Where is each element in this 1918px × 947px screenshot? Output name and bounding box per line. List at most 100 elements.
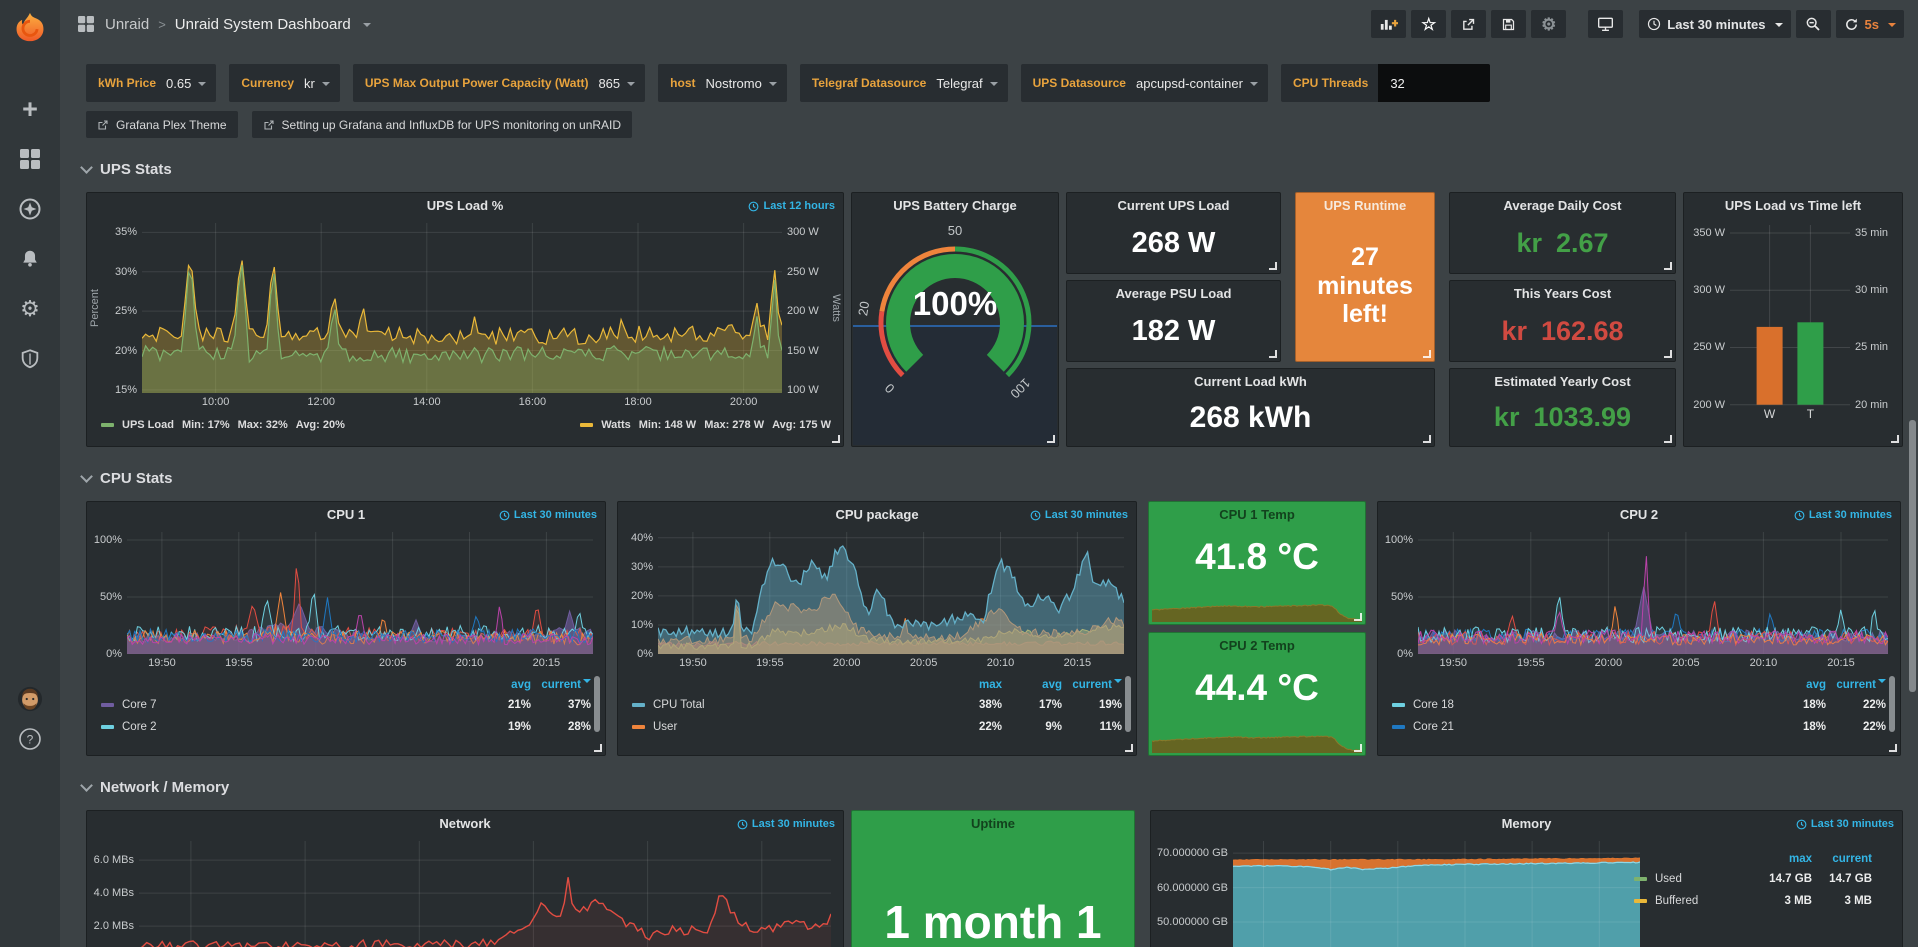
y-tick-label: 300 W	[1693, 284, 1725, 296]
load-vs-time-bar-chart[interactable]	[1730, 225, 1850, 407]
save-floppy-icon	[1501, 17, 1516, 32]
variable-currency[interactable]: Currencykr	[229, 64, 340, 102]
legend-series-name[interactable]: Core 2	[122, 721, 471, 733]
legend-scrollbar[interactable]	[1125, 676, 1131, 732]
stat-value: 182 W	[1067, 307, 1280, 361]
cpu1-chart[interactable]	[127, 532, 593, 654]
alerting-bell-icon[interactable]	[17, 246, 43, 272]
x-tick-label: 20:15	[533, 657, 561, 669]
bar-category-labels: WT	[1730, 407, 1850, 423]
section-header-network-memory[interactable]: Network / Memory	[82, 776, 1918, 798]
zoom-out-time-button[interactable]	[1796, 10, 1831, 38]
legend-series-name[interactable]: CPU Total	[653, 699, 942, 711]
battery-gauge[interactable]: 02050100	[852, 219, 1058, 446]
legend-sort-column-max[interactable]: max	[942, 679, 1002, 691]
variable-cpu-threads[interactable]: CPU Threads	[1281, 64, 1490, 102]
configuration-gear-icon[interactable]: ⚙	[17, 296, 43, 322]
x-tick-label: 19:55	[1517, 657, 1545, 669]
section-header-cpu-stats[interactable]: CPU Stats	[82, 467, 1918, 489]
legend-value-max: 22%	[942, 721, 1002, 733]
panel-cpu-1-temp[interactable]: CPU 1 Temp 41.8 °C	[1148, 501, 1366, 625]
stat-value: kr1033.99	[1450, 395, 1675, 446]
grafana-logo[interactable]	[0, 0, 60, 54]
legend-series-name[interactable]: UPS Load	[122, 419, 174, 431]
x-tick-label: 20:00	[302, 657, 330, 669]
variable-telegraf-datasource[interactable]: Telegraf DatasourceTelegraf	[800, 64, 1008, 102]
dashboard-settings-button[interactable]: ⚙	[1531, 10, 1566, 38]
legend-sort-column-avg[interactable]: avg	[1002, 679, 1062, 691]
explore-compass-icon[interactable]	[17, 196, 43, 222]
save-dashboard-button[interactable]	[1491, 10, 1526, 38]
panel-average-daily-cost[interactable]: Average Daily Cost kr2.67	[1449, 192, 1676, 274]
panel-uptime[interactable]: Uptime 1 month 1	[851, 810, 1135, 947]
legend-table: maxavgcurrentCPU Total38%17%19%User22%9%…	[632, 676, 1122, 738]
panel-current-ups-load[interactable]: Current UPS Load 268 W	[1066, 192, 1281, 274]
panel-title[interactable]: UPS Load %	[87, 193, 843, 219]
legend-series-name[interactable]: Core 18	[1413, 699, 1766, 711]
dashboards-icon[interactable]	[17, 146, 43, 172]
legend-sort-column-avg[interactable]: avg	[1766, 679, 1826, 691]
legend-sort-column-avg[interactable]: avg	[471, 679, 531, 691]
ups-load-chart[interactable]	[142, 223, 782, 393]
legend-series-name[interactable]: Core 21	[1413, 721, 1766, 733]
cpu-temp-column: CPU 1 Temp 41.8 °C CPU 2 Temp 44.4 °C	[1148, 501, 1366, 756]
temp-sparkline	[1152, 713, 1362, 753]
monitor-icon	[1597, 17, 1614, 32]
cycle-view-mode-button[interactable]	[1588, 10, 1623, 38]
dashboard-picker-caret-icon[interactable]	[363, 23, 371, 31]
cpu-package-chart[interactable]	[658, 532, 1124, 654]
network-chart[interactable]	[139, 841, 831, 947]
legend-sort-column-current[interactable]: current	[1826, 679, 1886, 691]
x-tick-label: 20:00	[833, 657, 861, 669]
panel-ups-runtime[interactable]: UPS Runtime 27 minutes left!	[1295, 192, 1435, 362]
panel-this-years-cost[interactable]: This Years Cost kr162.68	[1449, 280, 1676, 362]
panel-average-psu-load[interactable]: Average PSU Load 182 W	[1066, 280, 1281, 362]
variable-host[interactable]: hostNostromo	[658, 64, 787, 102]
share-dashboard-button[interactable]	[1451, 10, 1486, 38]
breadcrumb-app[interactable]: Unraid	[105, 16, 149, 33]
panel-cpu-2-temp[interactable]: CPU 2 Temp 44.4 °C	[1148, 632, 1366, 756]
dashboard-link-grafana-plex-theme[interactable]: Grafana Plex Theme	[86, 111, 238, 138]
variable-ups-max-output-power-capacity-watt[interactable]: UPS Max Output Power Capacity (Watt)865	[353, 64, 645, 102]
breadcrumb-dashboard-title[interactable]: Unraid System Dashboard	[175, 16, 351, 33]
add-panel-button[interactable]	[1371, 10, 1406, 38]
dashboard-link-setting-up-grafana-and-influxdb-for-ups-monitoring-on-unraid[interactable]: Setting up Grafana and InfluxDB for UPS …	[252, 111, 633, 138]
legend-scrollbar[interactable]	[594, 676, 600, 732]
variable-value: 0.65	[166, 76, 195, 91]
legend-series-name[interactable]: Core 7	[122, 699, 471, 711]
legend-series-name[interactable]: User	[653, 721, 942, 733]
variable-ups-datasource[interactable]: UPS Datasourceapcupsd-container	[1021, 64, 1268, 102]
memory-chart[interactable]	[1233, 841, 1640, 947]
legend-sort-column-current[interactable]: current	[1062, 679, 1122, 691]
legend-sort-column-current[interactable]: current	[531, 679, 591, 691]
user-avatar[interactable]	[17, 686, 43, 712]
legend-sort-column-current[interactable]: current	[1812, 853, 1872, 865]
panel-current-load-kwh[interactable]: Current Load kWh 268 kWh	[1066, 368, 1435, 447]
cpu2-chart[interactable]	[1418, 532, 1888, 654]
page-scrollbar[interactable]	[1909, 420, 1916, 692]
server-admin-shield-icon[interactable]	[17, 346, 43, 372]
stat-value: 1 month 1	[852, 895, 1134, 947]
star-dashboard-button[interactable]: ☆	[1411, 10, 1446, 38]
legend-scrollbar[interactable]	[1889, 676, 1895, 732]
help-icon[interactable]: ?	[17, 726, 43, 752]
panel-title[interactable]: UPS Battery Charge	[852, 193, 1058, 219]
dashboards-grid-icon[interactable]	[78, 16, 94, 32]
legend-series-name[interactable]: Used	[1655, 873, 1752, 885]
refresh-button[interactable]: 5s	[1836, 10, 1904, 38]
currency-prefix: kr	[1494, 402, 1520, 433]
legend-series-name[interactable]: Buffered	[1655, 895, 1752, 907]
variable-kwh-price[interactable]: kWh Price0.65	[86, 64, 216, 102]
variable-label: UPS Datasource	[1021, 76, 1136, 90]
legend-series-name[interactable]: Watts	[601, 419, 631, 431]
time-picker-button[interactable]: Last 30 minutes	[1639, 10, 1790, 38]
legend-sort-column-max[interactable]: max	[1752, 853, 1812, 865]
svg-text:100: 100	[1007, 375, 1033, 401]
panel-estimated-yearly-cost[interactable]: Estimated Yearly Cost kr1033.99	[1449, 368, 1676, 447]
variable-label: Currency	[229, 76, 304, 90]
x-tick-label: 20:10	[456, 657, 484, 669]
bar-category-label: W	[1764, 407, 1775, 421]
section-header-ups-stats[interactable]: UPS Stats	[82, 158, 1918, 180]
add-icon[interactable]: +	[17, 96, 43, 122]
variable-input[interactable]	[1378, 64, 1490, 102]
